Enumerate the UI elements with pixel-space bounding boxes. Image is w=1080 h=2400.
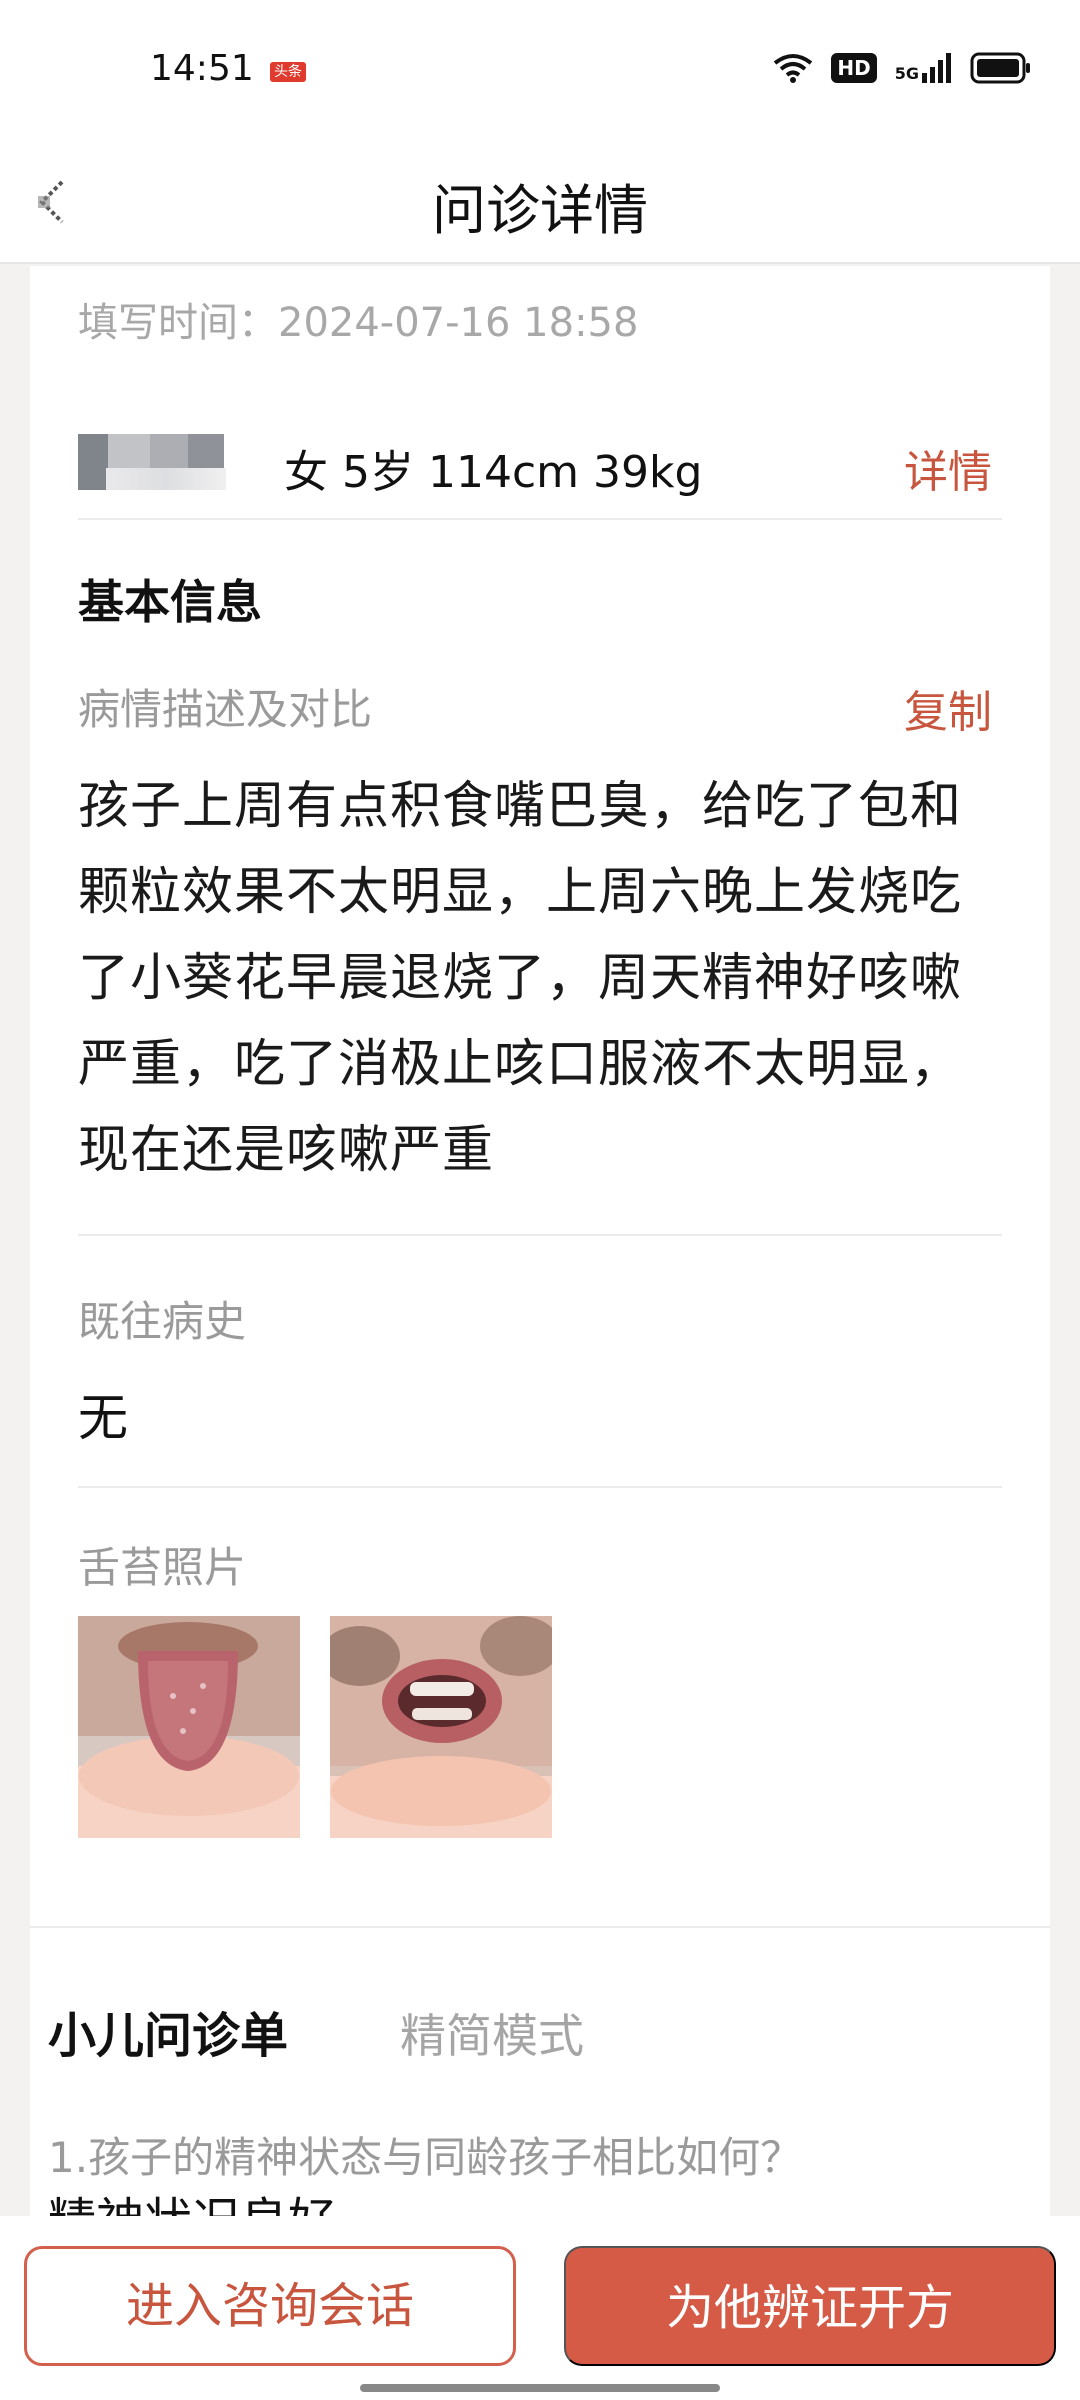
copy-button[interactable]: 复制	[904, 676, 992, 740]
divider	[78, 518, 1002, 520]
home-indicator[interactable]	[360, 2384, 720, 2392]
divider	[78, 1486, 1002, 1488]
status-bar: 14:51 头条 HD 5G	[0, 0, 1080, 140]
section-divider	[30, 1926, 1050, 1928]
form-answer: 精神状况良好	[48, 2186, 336, 2216]
consultation-card: 填写时间：2024-07-16 18:58 女 5岁 114cm 39kg 详情…	[30, 266, 1050, 2216]
medical-history-value: 无	[78, 1389, 128, 1447]
bottom-action-bar: 进入咨询会话 为他辨证开方	[0, 2216, 1080, 2400]
status-time: 14:51	[150, 48, 254, 89]
description-line: 孩子上周有点积食嘴巴臭，给吃了包和	[78, 777, 963, 836]
network-type-label: 5G	[894, 64, 919, 83]
tongue-photo-1[interactable]	[78, 1616, 300, 1838]
basic-info-title: 基本信息	[78, 575, 262, 629]
form-question: 1.孩子的精神状态与同龄孩子相比如何？	[48, 2133, 803, 2182]
patient-name-redacted	[78, 434, 226, 490]
description-line: 严重，吃了消极止咳口服液不太明显，	[78, 1035, 963, 1094]
description-line: 了小葵花早晨退烧了，周天精神好咳嗽	[78, 949, 963, 1008]
wifi-icon	[774, 54, 813, 83]
prescribe-button[interactable]: 为他辨证开方	[564, 2246, 1056, 2366]
pediatric-form-title: 小儿问诊单	[48, 2008, 289, 2064]
page-title: 问诊详情	[432, 179, 648, 242]
description-line: 颗粒效果不太明显，上周六晚上发烧吃	[78, 863, 963, 922]
description-line: 现在还是咳嗽严重	[78, 1121, 495, 1180]
condition-description-label: 病情描述及对比	[78, 685, 373, 734]
battery-icon	[970, 52, 1030, 84]
tongue-photos-label: 舌苔照片	[78, 1543, 247, 1592]
toutiao-notification-icon: 头条	[270, 62, 306, 82]
tongue-photo-2[interactable]	[330, 1616, 552, 1838]
status-icons: HD 5G	[773, 52, 1032, 84]
fill-time: 填写时间：2024-07-16 18:58	[78, 300, 639, 346]
signal-5g-icon: 5G	[895, 53, 952, 83]
enter-consultation-button[interactable]: 进入咨询会话	[24, 2246, 516, 2366]
condition-description: 孩子上周有点积食嘴巴臭，给吃了包和 颗粒效果不太明显，上周六晚上发烧吃 了小葵花…	[78, 764, 1010, 1194]
patient-info: 女 5岁 114cm 39kg	[284, 447, 703, 498]
hd-icon: HD	[831, 53, 877, 83]
nav-bar: 问诊详情	[0, 140, 1080, 264]
patient-detail-link[interactable]: 详情	[904, 436, 992, 500]
simple-mode-toggle[interactable]: 精简模式	[400, 2000, 584, 2066]
divider	[78, 1234, 1002, 1236]
medical-history-label: 既往病史	[78, 1297, 247, 1346]
signal-bars-icon	[922, 53, 951, 83]
